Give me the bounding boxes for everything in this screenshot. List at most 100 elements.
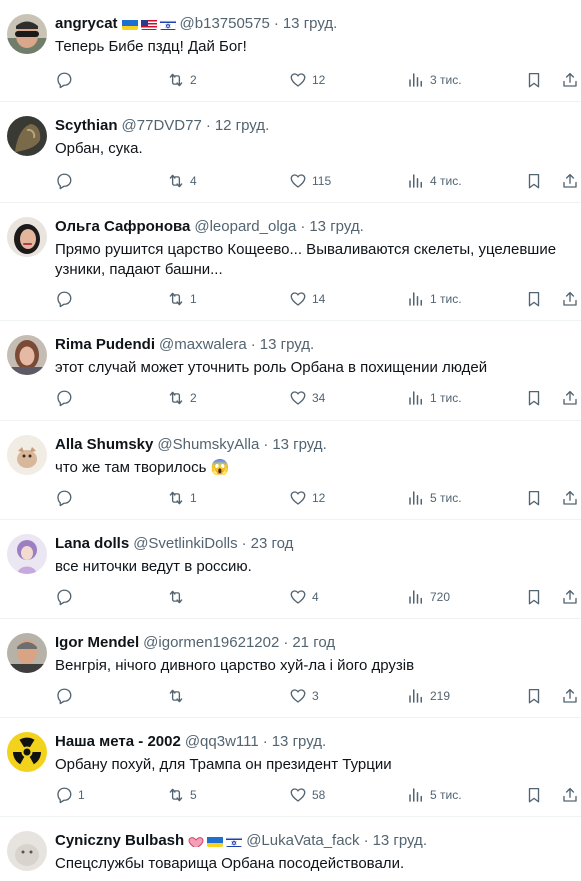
reply-button[interactable]: 1 [55,785,85,805]
share-button[interactable] [561,70,579,90]
display-name[interactable]: Rima Pudendi [55,335,155,355]
views-button[interactable]: 4 тис. [407,171,462,191]
like-button[interactable]: 34 [289,388,325,408]
timestamp[interactable]: 13 груд. [373,831,427,851]
reply-item[interactable]: Наша мета - 2002 @qq3w111 · 13 груд. Орб… [0,718,581,817]
user-handle[interactable]: @SvetlinkiDolls [133,534,237,554]
retweet-button[interactable]: 2 [167,70,197,90]
share-button[interactable] [561,587,579,607]
view-count: 720 [430,590,451,604]
like-button[interactable]: 115 [289,171,331,191]
avatar[interactable] [7,217,47,257]
avatar[interactable] [7,14,47,54]
display-name[interactable]: Igor Mendel [55,633,139,653]
user-handle[interactable]: @qq3w111 [185,732,259,752]
reply-button[interactable] [55,70,78,90]
reply-button[interactable] [55,686,78,706]
avatar[interactable] [7,534,47,574]
reply-item[interactable]: Igor Mendel @igormen19621202 · 21 год Ве… [0,619,581,718]
display-name[interactable]: Cyniczny Bulbash [55,831,184,851]
avatar[interactable] [7,116,47,156]
like-button[interactable]: 3 [289,686,319,706]
share-button[interactable] [561,785,579,805]
user-handle[interactable]: @igormen19621202 [143,633,279,653]
retweet-count: 2 [190,73,197,87]
like-button[interactable]: 14 [289,289,325,309]
avatar[interactable] [7,435,47,475]
user-handle[interactable]: @b13750575 [180,14,270,34]
retweet-button[interactable]: 1 [167,289,197,309]
like-count: 14 [312,292,326,306]
reply-item[interactable]: Scythian @77DVD77 · 12 груд. Орбан, сука… [0,102,581,203]
avatar[interactable] [7,335,47,375]
bookmark-button[interactable] [525,488,543,508]
share-button[interactable] [561,388,579,408]
timestamp[interactable]: 13 груд. [283,14,337,34]
retweet-button[interactable]: 1 [167,488,197,508]
bookmark-button[interactable] [525,70,543,90]
display-name[interactable]: Ольга Сафронова [55,217,190,237]
display-name[interactable]: Lana dolls [55,534,129,554]
views-button[interactable]: 5 тис. [407,785,462,805]
views-button[interactable]: 1 тис. [407,289,462,309]
bookmark-icon [525,687,543,705]
avatar[interactable] [7,633,47,673]
bookmark-icon [525,172,543,190]
reply-button[interactable] [55,388,78,408]
bookmark-button[interactable] [525,171,543,191]
retweet-button[interactable]: 5 [167,785,197,805]
bookmark-button[interactable] [525,785,543,805]
reply-button[interactable] [55,171,78,191]
reply-button[interactable] [55,289,78,309]
share-button[interactable] [561,171,579,191]
user-handle[interactable]: @maxwalera [159,335,247,355]
bookmark-button[interactable] [525,587,543,607]
views-button[interactable]: 219 [407,686,450,706]
views-button[interactable]: 720 [407,587,450,607]
bookmark-button[interactable] [525,388,543,408]
display-name[interactable]: Scythian [55,116,118,136]
timestamp[interactable]: 21 год [292,633,335,653]
user-handle[interactable]: @77DVD77 [122,116,202,136]
reply-item[interactable]: angrycat @b13750575 · 13 груд. Теперь Би [0,0,581,102]
views-button[interactable]: 3 тис. [407,70,462,90]
retweet-button[interactable]: 2 [167,388,197,408]
retweet-button[interactable] [167,686,190,706]
timestamp[interactable]: 13 груд. [272,435,326,455]
reply-item[interactable]: Lana dolls @SvetlinkiDolls · 23 год все … [0,520,581,619]
avatar[interactable] [7,732,47,772]
user-handle[interactable]: @ShumskyAlla [157,435,259,455]
retweet-button[interactable] [167,587,190,607]
user-handle[interactable]: @LukaVata_fack [246,831,359,851]
display-name[interactable]: angrycat [55,14,118,34]
separator-dot: · [283,634,289,651]
timestamp[interactable]: 23 год [251,534,294,554]
reply-item[interactable]: Ольга Сафронова @leopard_olga · 13 груд.… [0,203,581,321]
timestamp[interactable]: 13 груд. [309,217,363,237]
avatar[interactable] [7,831,47,871]
reply-button[interactable] [55,587,78,607]
share-button[interactable] [561,686,579,706]
reply-item[interactable]: Cyniczny Bulbash @LukaVata_fack · 13 гру… [0,817,581,881]
display-name[interactable]: Наша мета - 2002 [55,732,181,752]
views-button[interactable]: 1 тис. [407,388,462,408]
display-name[interactable]: Alla Shumsky [55,435,153,455]
like-button[interactable]: 12 [289,488,325,508]
reply-item[interactable]: Rima Pudendi @maxwalera · 13 груд. этот … [0,321,581,421]
user-handle[interactable]: @leopard_olga [194,217,296,237]
timestamp[interactable]: 12 груд. [215,116,269,136]
reply-item[interactable]: Alla Shumsky @ShumskyAlla · 13 груд. что… [0,421,581,520]
bookmark-button[interactable] [525,686,543,706]
reply-icon [55,389,73,407]
views-button[interactable]: 5 тис. [407,488,462,508]
retweet-button[interactable]: 4 [167,171,197,191]
bookmark-button[interactable] [525,289,543,309]
timestamp[interactable]: 13 груд. [272,732,326,752]
like-button[interactable]: 12 [289,70,325,90]
like-button[interactable]: 4 [289,587,319,607]
share-button[interactable] [561,289,579,309]
reply-button[interactable] [55,488,78,508]
timestamp[interactable]: 13 груд. [260,335,314,355]
like-button[interactable]: 58 [289,785,325,805]
share-button[interactable] [561,488,579,508]
